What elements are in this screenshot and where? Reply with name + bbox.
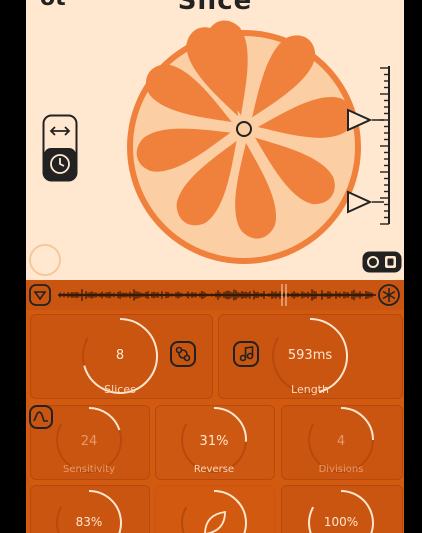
range-slider[interactable] (344, 62, 394, 232)
slice-visual-area: ot Slice (26, 0, 404, 280)
arrows-horizontal-icon[interactable] (43, 115, 77, 148)
divisions-label: Divisions (318, 464, 364, 475)
sensitivity-label: Sensitivity (62, 464, 116, 475)
row4-right-value: 100% (323, 515, 359, 529)
length-label: Length (291, 383, 329, 396)
view-toggle[interactable] (362, 251, 402, 273)
slices-value: 8 (115, 348, 125, 363)
divisions-value: 4 (336, 434, 346, 449)
shuffle-icon[interactable] (170, 341, 196, 367)
leaf-icon (204, 510, 226, 533)
reverse-value: 31% (199, 434, 229, 449)
reverse-label: Reverse (193, 464, 235, 475)
sensitivity-value: 24 (80, 434, 98, 449)
slices-label: Slices (104, 383, 136, 396)
mode-toggle[interactable] (42, 114, 78, 182)
snowflake-icon[interactable] (378, 284, 400, 306)
waveform[interactable] (58, 280, 376, 310)
length-value: 593ms (287, 348, 333, 363)
envelope-icon[interactable] (29, 405, 53, 429)
music-note-icon[interactable] (233, 341, 259, 367)
clock-icon[interactable] (43, 148, 77, 181)
row4-left-value: 83% (75, 515, 103, 529)
knob-level (88, 407, 121, 431)
triangle-down-icon[interactable] (29, 284, 51, 306)
loading-indicator (29, 244, 61, 276)
plugin-window: ot Slice (26, 0, 404, 533)
waveform-strip[interactable] (26, 280, 404, 310)
